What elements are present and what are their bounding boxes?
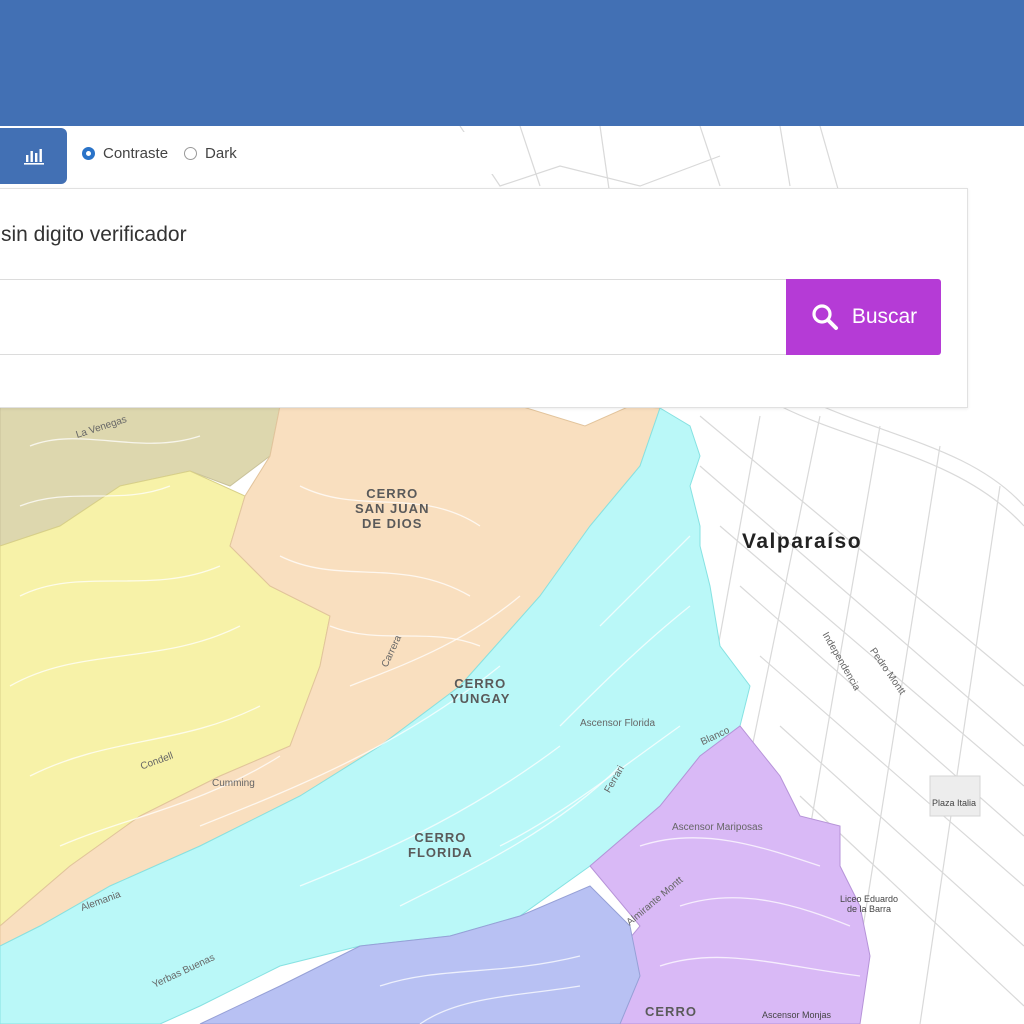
poi-ascensor-monjas: Ascensor Monjas: [762, 1010, 832, 1020]
search-input[interactable]: [0, 279, 787, 355]
top-header-bar: [0, 0, 1024, 126]
plaza-italia-block: [929, 775, 981, 817]
basemap-options: Contraste Dark: [74, 132, 514, 174]
search-button[interactable]: Buscar: [786, 279, 941, 355]
area-label-san-juan-de-dios: CERRO SAN JUAN DE DIOS: [355, 486, 430, 531]
poi-liceo: Liceo Eduardo de la Barra: [840, 894, 899, 914]
search-panel: sin digito verificador Buscar: [0, 188, 968, 408]
city-label-valparaiso: Valparaíso: [742, 530, 863, 553]
poi-plaza-italia: Plaza Italia: [932, 798, 977, 808]
basemap-option-dark[interactable]: Dark: [184, 145, 237, 162]
area-label-cerro-bottom: CERRO: [645, 1004, 697, 1019]
radio-dark[interactable]: [184, 146, 198, 160]
radio-label-contraste: Contraste: [103, 144, 169, 162]
area-label-yungay: CERRO YUNGAY: [450, 676, 511, 706]
bar-chart-icon: [23, 149, 44, 165]
radio-contraste[interactable]: [82, 146, 95, 160]
area-label-florida: CERRO FLORIDA: [408, 830, 473, 860]
search-title: sin digito verificador: [1, 223, 187, 246]
street-label: Ascensor Florida: [580, 718, 656, 729]
radio-label-dark: Dark: [205, 144, 237, 162]
search-icon: [812, 304, 838, 330]
street-label: Cumming: [212, 778, 255, 789]
basemap-option-contraste[interactable]: Contraste: [82, 145, 168, 162]
search-button-label: Buscar: [851, 305, 918, 328]
page: CERRO SAN JUAN DE DIOS CERRO YUNGAY CERRO FL…: [0, 0, 1024, 1024]
street-label: Ascensor Mariposas: [672, 822, 763, 833]
layers-toggle-button[interactable]: [0, 128, 67, 184]
